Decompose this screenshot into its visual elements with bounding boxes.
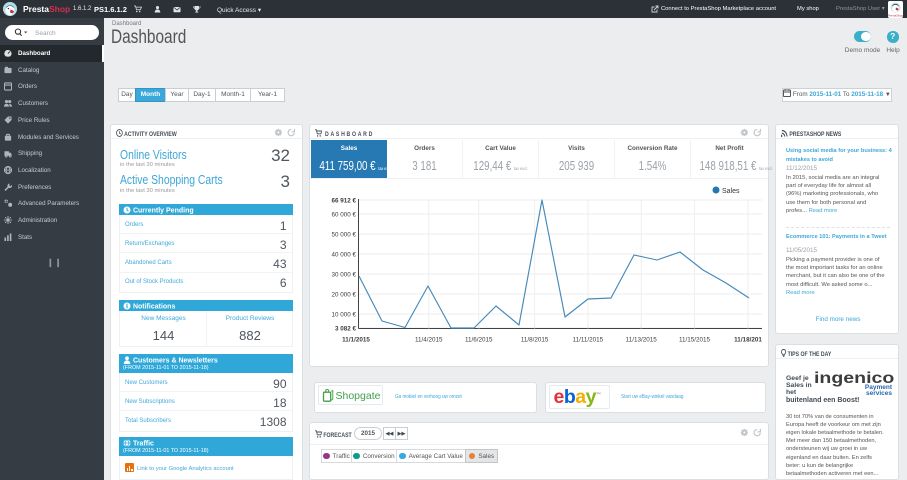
svg-text:40 000 €: 40 000 €: [331, 251, 356, 258]
svg-text:11/18/201: 11/18/201: [734, 337, 762, 344]
svg-text:3 082 €: 3 082 €: [335, 325, 357, 332]
svg-text:50 000 €: 50 000 €: [331, 231, 356, 238]
svg-text:11/15/2015: 11/15/2015: [679, 337, 711, 344]
svg-text:11/4/2015: 11/4/2015: [415, 337, 443, 344]
svg-text:11/11/2015: 11/11/2015: [573, 337, 604, 344]
svg-text:11/8/2015: 11/8/2015: [521, 337, 549, 344]
svg-text:10 000 €: 10 000 €: [331, 311, 356, 318]
svg-text:11/13/2015: 11/13/2015: [626, 337, 658, 344]
svg-text:PrestaShop: PrestaShop: [888, 14, 903, 18]
svg-text:30 000 €: 30 000 €: [331, 271, 356, 278]
svg-text:60 000 €: 60 000 €: [331, 211, 356, 218]
svg-text:11/1/2015: 11/1/2015: [342, 337, 370, 344]
svg-text:Sales: Sales: [722, 188, 740, 195]
svg-text:66 912 €: 66 912 €: [331, 197, 356, 204]
svg-text:20 000 €: 20 000 €: [331, 291, 356, 298]
svg-text:11/6/2015: 11/6/2015: [465, 337, 493, 344]
